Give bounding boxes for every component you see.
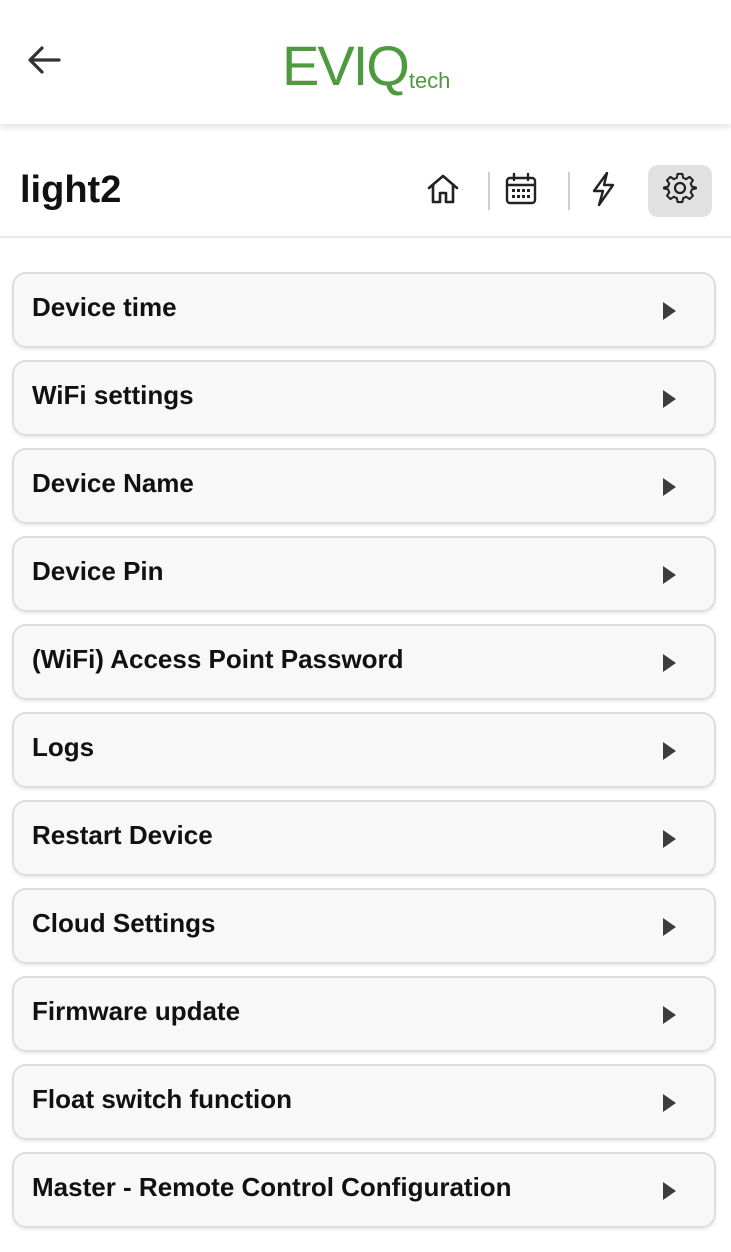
nav-schedule-button[interactable] [496, 166, 546, 216]
menu-item-label: Logs [32, 732, 95, 762]
back-button[interactable] [14, 34, 74, 90]
home-icon [425, 171, 461, 212]
device-title: light2 [20, 169, 122, 211]
menu-item-device-name[interactable]: Device Name [12, 448, 716, 524]
chevron-right-icon [663, 1094, 676, 1112]
menu-item-firmware-update[interactable]: Firmware update [12, 976, 716, 1052]
chevron-right-icon [663, 1006, 676, 1024]
menu-item-label: Device Pin [32, 556, 164, 586]
menu-item-label: Device time [32, 292, 177, 322]
top-bar: EVIQ tech [0, 0, 731, 124]
settings-menu: Device time WiFi settings Device Name De… [12, 272, 716, 1240]
arrow-left-icon [24, 40, 64, 85]
menu-item-label: (WiFi) Access Point Password [32, 644, 404, 674]
menu-item-label: Device Name [32, 468, 194, 498]
menu-item-logs[interactable]: Logs [12, 712, 716, 788]
logo-sub-text: tech [408, 68, 451, 93]
brand-logo: EVIQ tech [282, 34, 450, 94]
nav-separator [568, 172, 570, 210]
menu-item-label: Cloud Settings [32, 908, 216, 938]
lightning-icon [588, 171, 618, 212]
gear-icon [662, 172, 697, 211]
nav-home-button[interactable] [418, 166, 468, 216]
menu-item-restart-device[interactable]: Restart Device [12, 800, 716, 876]
calendar-icon [504, 172, 538, 211]
menu-item-label: Float switch function [32, 1084, 292, 1114]
menu-item-wifi-settings[interactable]: WiFi settings [12, 360, 716, 436]
app-screen: EVIQ tech light2 Device time WiFi settin… [0, 0, 731, 1252]
nav-power-button[interactable] [578, 166, 628, 216]
menu-item-label: Master - Remote Control Configuration [32, 1172, 512, 1202]
device-header: light2 [0, 140, 731, 238]
menu-item-float-switch[interactable]: Float switch function [12, 1064, 716, 1140]
menu-item-ap-password[interactable]: (WiFi) Access Point Password [12, 624, 716, 700]
chevron-right-icon [663, 654, 676, 672]
chevron-right-icon [663, 390, 676, 408]
menu-item-cloud-settings[interactable]: Cloud Settings [12, 888, 716, 964]
chevron-right-icon [663, 830, 676, 848]
chevron-right-icon [663, 478, 676, 496]
menu-item-device-pin[interactable]: Device Pin [12, 536, 716, 612]
chevron-right-icon [663, 742, 676, 760]
nav-settings-button[interactable] [648, 165, 712, 217]
menu-item-master-remote-config[interactable]: Master - Remote Control Configuration [12, 1152, 716, 1228]
chevron-right-icon [663, 302, 676, 320]
menu-item-label: Restart Device [32, 820, 213, 850]
logo-main-text: EVIQ [282, 34, 410, 97]
nav-separator [488, 172, 490, 210]
chevron-right-icon [663, 566, 676, 584]
chevron-right-icon [663, 1182, 676, 1200]
chevron-right-icon [663, 918, 676, 936]
menu-item-device-time[interactable]: Device time [12, 272, 716, 348]
menu-item-label: Firmware update [32, 996, 241, 1026]
menu-item-label: WiFi settings [32, 380, 194, 410]
